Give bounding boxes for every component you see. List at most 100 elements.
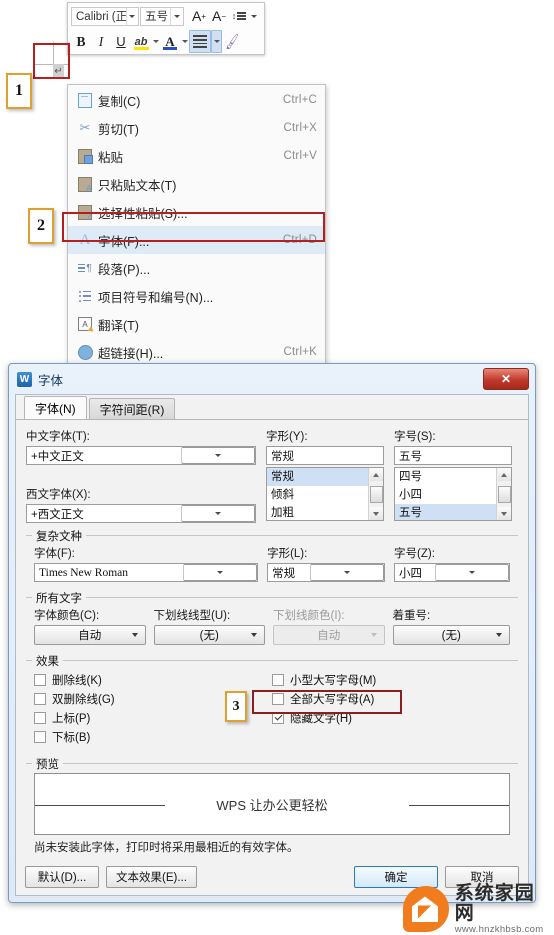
size-option[interactable]: 四号	[395, 468, 496, 486]
preview-group-label: 预览	[32, 756, 63, 772]
scroll-down-icon[interactable]	[369, 507, 383, 520]
chevron-down-icon[interactable]	[181, 447, 255, 464]
highlight-box-step-2	[62, 212, 325, 242]
chevron-down-icon[interactable]	[183, 564, 258, 581]
chevron-down-icon	[495, 633, 502, 637]
highlight-box-step-3	[252, 690, 402, 714]
highlight-label: ab	[134, 35, 148, 48]
size-option[interactable]: 五号	[395, 504, 496, 520]
checkbox-box[interactable]	[34, 730, 46, 743]
align-icon[interactable]	[189, 30, 211, 53]
size-input[interactable]: 五号	[394, 446, 512, 465]
menu-item-label: 项目符号和编号(N)...	[98, 290, 214, 305]
cs-font-combo[interactable]: Times New Roman	[34, 563, 259, 582]
chevron-down-icon[interactable]	[170, 7, 183, 25]
style-scrollbar[interactable]	[368, 468, 383, 520]
western-font-combo[interactable]: +西文正文	[26, 504, 256, 523]
checkbox-subscript[interactable]: 下标(B)	[34, 727, 262, 746]
cs-font-value: Times New Roman	[39, 566, 129, 579]
chevron-down-icon[interactable]	[180, 31, 189, 52]
chevron-down-icon[interactable]	[211, 30, 222, 53]
checkbox-box[interactable]	[34, 673, 46, 686]
menu-item-label: 剪切(T)	[98, 122, 139, 137]
style-listbox[interactable]: 常规 倾斜 加粗	[266, 467, 384, 521]
cs-size-combo[interactable]: 小四	[394, 563, 510, 582]
all-text-group-label: 所有文字	[32, 590, 86, 606]
chevron-down-icon[interactable]	[151, 31, 160, 52]
menu-item-shortcut: Ctrl+X	[283, 122, 317, 134]
cs-style-label: 字形(L):	[267, 548, 308, 560]
chevron-down-icon[interactable]	[181, 505, 255, 522]
text-effects-button[interactable]: 文本效果(E)...	[106, 866, 197, 888]
bold-button[interactable]: B	[71, 31, 91, 52]
scroll-thumb[interactable]	[369, 485, 383, 503]
style-option[interactable]: 倾斜	[267, 486, 368, 504]
shrink-font-button[interactable]: A −	[209, 6, 229, 27]
menu-item-copy[interactable]: 复制(C) Ctrl+C	[68, 86, 325, 114]
chevron-down-icon[interactable]	[310, 564, 385, 581]
menu-item-bullets-numbering[interactable]: 项目符号和编号(N)...	[68, 282, 325, 310]
menu-item-paste[interactable]: 粘贴 Ctrl+V	[68, 142, 325, 170]
grow-font-button[interactable]: A +	[189, 6, 209, 27]
chevron-down-icon[interactable]	[249, 6, 259, 27]
emphasis-mark-field: 着重号: (无)	[392, 607, 510, 645]
complex-script-group: 复杂文种 字体(F): Times New Roman 字形(L): 常规 字号…	[26, 528, 518, 587]
font-color-dropdown[interactable]: 自动	[34, 625, 146, 645]
emphasis-mark-dropdown[interactable]: (无)	[392, 625, 510, 645]
translate-icon: A	[72, 315, 98, 333]
scroll-thumb[interactable]	[497, 485, 511, 503]
checkbox-small-caps[interactable]: 小型大写字母(M)	[272, 670, 502, 689]
checkbox-box[interactable]	[34, 711, 46, 724]
chinese-font-combo[interactable]: +中文正文	[26, 446, 256, 465]
chevron-down-icon	[370, 633, 377, 637]
tab-font[interactable]: 字体(N)	[24, 396, 87, 419]
font-color-button[interactable]: A	[160, 31, 180, 52]
menu-item-paste-text-only[interactable]: 只粘贴文本(T)	[68, 170, 325, 198]
style-input[interactable]: 常规	[266, 446, 384, 465]
scroll-up-icon[interactable]	[369, 468, 383, 481]
font-color-field: 字体颜色(C): 自动	[34, 607, 146, 645]
default-button[interactable]: 默认(D)...	[25, 866, 99, 888]
highlight-swatch	[134, 47, 149, 50]
close-icon[interactable]: ✕	[483, 368, 529, 390]
font-selection-row: 中文字体(T): +中文正文 西文字体(X): +西文正文 字形(Y): 常规	[26, 428, 518, 523]
chevron-down-icon	[251, 633, 257, 637]
font-name-combo[interactable]: Calibri (正	[71, 6, 139, 26]
style-option[interactable]: 加粗	[267, 504, 368, 520]
font-size-combo[interactable]: 五号	[140, 6, 184, 26]
size-option[interactable]: 小四	[395, 486, 496, 504]
underline-style-dropdown[interactable]: (无)	[153, 625, 265, 645]
italic-button[interactable]: I	[91, 31, 111, 52]
underline-color-value: 自动	[317, 630, 341, 642]
highlight-color-button[interactable]: ab	[131, 31, 151, 52]
format-painter-icon[interactable]: 🖌	[222, 31, 242, 52]
mini-formatting-toolbar: Calibri (正 五号 A + A − ↕ B I U ab A 🖌	[67, 2, 265, 55]
menu-item-hyperlink[interactable]: 超链接(H)... Ctrl+K	[68, 338, 325, 366]
chevron-down-icon[interactable]	[125, 7, 138, 25]
checkbox-box[interactable]	[34, 692, 46, 705]
chevron-down-icon[interactable]	[434, 564, 509, 581]
watermark-title: 系统家园网	[454, 883, 535, 924]
menu-item-paragraph[interactable]: ¶ 段落(P)...	[68, 254, 325, 282]
scroll-down-icon[interactable]	[497, 507, 511, 520]
scroll-up-icon[interactable]	[497, 468, 511, 481]
menu-item-cut[interactable]: ✂ 剪切(T) Ctrl+X	[68, 114, 325, 142]
checkbox-strikethrough[interactable]: 删除线(K)	[34, 670, 262, 689]
wps-app-icon: W	[17, 371, 32, 387]
menu-item-translate[interactable]: A 翻译(T)	[68, 310, 325, 338]
style-option[interactable]: 常规	[267, 468, 368, 486]
underline-button[interactable]: U	[111, 31, 131, 52]
toolbar-row-style: B I U ab A 🖌	[68, 29, 264, 54]
watermark: 系统家园网 www.hnzkhbsb.com	[403, 884, 554, 935]
line-spacing-icon[interactable]: ↕	[229, 6, 249, 27]
step-marker-3: 3	[225, 691, 247, 722]
size-label: 字号(S):	[394, 431, 436, 443]
cs-style-combo[interactable]: 常规	[267, 563, 386, 582]
size-listbox[interactable]: 四号 小四 五号	[394, 467, 512, 521]
cs-size-value: 小四	[399, 567, 423, 580]
size-scrollbar[interactable]	[496, 468, 511, 520]
menu-item-label: 超链接(H)...	[98, 346, 164, 361]
checkbox-box[interactable]	[272, 673, 284, 686]
preview-note: 尚未安装此字体，打印时将采用最相近的有效字体。	[34, 842, 299, 854]
tab-character-spacing[interactable]: 字符间距(R)	[88, 398, 176, 419]
